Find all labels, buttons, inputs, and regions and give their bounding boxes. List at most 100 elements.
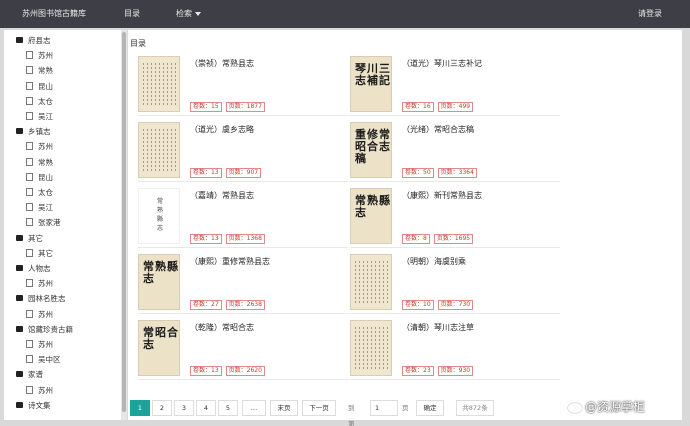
tree-leaf[interactable]: 吴中区 [26, 353, 61, 367]
tree-label: 常熟 [38, 157, 53, 167]
tree-leaf[interactable]: 常熟 [26, 64, 53, 78]
book-meta: 卷数：13 页数：1368 [190, 234, 269, 244]
book-card[interactable]: 常昭合志 （乾隆）常昭合志 卷数：13 页数：2620 [138, 320, 348, 380]
tree-folder[interactable]: 府县志 [16, 34, 51, 48]
volume-count-badge: 卷数：27 [190, 300, 222, 310]
tree-leaf[interactable]: 昆山 [26, 80, 53, 94]
tree-leaf[interactable]: 常熟 [26, 156, 53, 170]
book-title-link[interactable]: （道光）琴川三志补记 [402, 58, 482, 69]
book-meta: 卷数：23 页数：930 [402, 366, 477, 376]
volume-count-badge: 卷数：23 [402, 366, 434, 376]
book-title-link[interactable]: （道光）虞乡志略 [190, 124, 254, 135]
login-link[interactable]: 请登录 [638, 8, 662, 19]
tree-leaf[interactable]: 其它 [26, 247, 53, 261]
tree-leaf[interactable]: 吴江 [26, 110, 53, 124]
tree-leaf[interactable]: 苏州 [26, 277, 53, 291]
sidebar-scrollbar[interactable] [121, 30, 127, 420]
tree-leaf[interactable]: 昆山 [26, 171, 53, 185]
tree-leaf[interactable]: 太仓 [26, 95, 53, 109]
page-1-button[interactable]: 1 [130, 400, 150, 416]
book-card[interactable]: 常熟縣志 （康熙）新刊常熟县志 卷数：8 页数：1695 [350, 188, 560, 248]
watermark: @资源掌柜 [568, 398, 645, 415]
next-page-button[interactable]: 下一页 [302, 400, 336, 416]
book-cover-image[interactable]: 常熟縣志 [138, 254, 180, 310]
page-count-badge: 页数：930 [437, 366, 474, 376]
volume-count-badge: 卷数：8 [402, 234, 430, 244]
file-icon [26, 355, 33, 364]
book-title-link[interactable]: （乾隆）常昭合志 [190, 322, 254, 333]
total-count: 共872条 [456, 400, 494, 416]
book-title-link[interactable]: （清朝）琴川志注草 [402, 322, 474, 333]
last-page-button[interactable]: 末页 [270, 400, 298, 416]
tree-leaf[interactable]: 苏州 [26, 308, 53, 322]
tree-folder[interactable]: 其它 [16, 232, 43, 246]
book-title-link[interactable]: （明朝）海虞别乘 [402, 256, 466, 267]
nav-search-dropdown[interactable]: 检索 [176, 8, 201, 19]
tree-leaf[interactable]: 张家港 [26, 216, 61, 230]
tree-label: 馆藏珍贵古籍 [28, 324, 73, 334]
book-card[interactable]: （道光）虞乡志略卷数：13 页数：907 [138, 122, 348, 182]
tree-leaf[interactable]: 吴江 [26, 201, 53, 215]
nav-directory[interactable]: 目录 [124, 8, 140, 19]
tree-label: 其它 [38, 248, 53, 258]
tree-leaf[interactable]: 苏州 [26, 140, 53, 154]
book-cover-image[interactable] [138, 56, 180, 112]
scrollbar-thumb[interactable] [122, 32, 126, 412]
page-ellipsis: … [242, 400, 266, 416]
tree-folder[interactable]: 诗文集 [16, 399, 51, 413]
book-title-link[interactable]: （光绪）常昭合志稿 [402, 124, 474, 135]
category-tree: 府县志 苏州 常熟 昆山 太仓 吴江 乡镇志 苏州 常熟 昆山 太仓 吴江 张家港 其它 其它 人物志 苏州 园林… [4, 30, 122, 420]
folder-icon [16, 234, 23, 241]
book-cover-image[interactable]: 常熟縣志 [138, 188, 180, 244]
page-5-button[interactable]: 5 [218, 400, 238, 416]
book-title-link[interactable]: （康熙）新刊常熟县志 [402, 190, 482, 201]
tree-folder[interactable]: 园林名胜志 [16, 292, 66, 306]
file-icon [26, 51, 33, 60]
book-card[interactable]: 常熟縣志 （康熙）重修常熟县志 卷数：27 页数：2638 [138, 254, 348, 314]
page-number-input[interactable]: 1 [370, 400, 398, 416]
tree-label: 苏州 [38, 385, 53, 395]
book-cover-image[interactable] [138, 122, 180, 178]
book-cover-image[interactable] [350, 320, 392, 376]
tree-label: 吴江 [38, 112, 53, 121]
book-title-link[interactable]: （康熙）重修常熟县志 [190, 256, 270, 267]
book-card[interactable]: 常熟縣志 （嘉靖）常熟县志卷数：13 页数：1368 [138, 188, 348, 248]
caret-down-icon [195, 11, 201, 16]
main-panel: 目录 （崇祯）常熟县志 卷数：15 页数：1877 琴川三志補記 （道光）琴川三志补记卷… [128, 30, 682, 426]
book-meta: 卷数：13 页数：907 [190, 168, 265, 178]
tree-folder[interactable]: 人物志 [16, 262, 51, 276]
book-meta: 卷数：50 页数：3364 [402, 168, 481, 178]
book-cover-image[interactable]: 重修常昭合志稿 [350, 122, 392, 178]
tree-label: 人物志 [28, 264, 51, 273]
tree-leaf[interactable]: 苏州 [26, 338, 53, 352]
page-count-badge: 页数：499 [437, 102, 474, 112]
tree-folder[interactable]: 乡镇志 [16, 125, 51, 139]
book-card[interactable]: （明朝）海虞别乘 卷数：10 页数：730 [350, 254, 560, 314]
book-cover-image[interactable]: 常熟縣志 [350, 188, 392, 244]
book-cover-image[interactable]: 常昭合志 [138, 320, 180, 376]
book-cover-image[interactable]: 琴川三志補記 [350, 56, 392, 112]
book-title-link[interactable]: （嘉靖）常熟县志 [190, 190, 254, 201]
page-3-button[interactable]: 3 [174, 400, 194, 416]
volume-count-badge: 卷数：16 [402, 102, 434, 112]
book-card[interactable]: （清朝）琴川志注草 卷数：23 页数：930 [350, 320, 560, 380]
book-cover-image[interactable] [350, 254, 392, 310]
book-card[interactable]: 重修常昭合志稿 （光绪）常昭合志稿 卷数：50 页数：3364 [350, 122, 560, 182]
tree-leaf[interactable]: 苏州 [26, 49, 53, 63]
tree-folder[interactable]: 家谱 [16, 368, 43, 382]
weibo-icon [568, 402, 582, 413]
tree-folder[interactable]: 馆藏珍贵古籍 [16, 323, 73, 337]
tree-leaf[interactable]: 苏州 [26, 384, 53, 398]
cover-text: 常昭合志 [143, 326, 179, 351]
page-2-button[interactable]: 2 [152, 400, 172, 416]
book-card[interactable]: （崇祯）常熟县志 卷数：15 页数：1877 [138, 56, 348, 116]
page-title: 目录 [130, 39, 146, 48]
book-card[interactable]: 琴川三志補記 （道光）琴川三志补记 卷数：16 页数：499 [350, 56, 560, 116]
tree-leaf[interactable]: 太仓 [26, 186, 53, 200]
watermark-text: @资源掌柜 [585, 400, 646, 414]
book-title-link[interactable]: （崇祯）常熟县志 [190, 58, 254, 69]
brand-title[interactable]: 苏州图书馆古籍库 [22, 8, 86, 19]
volume-count-badge: 卷数：10 [402, 300, 434, 310]
confirm-button[interactable]: 确定 [416, 400, 444, 416]
page-4-button[interactable]: 4 [196, 400, 216, 416]
